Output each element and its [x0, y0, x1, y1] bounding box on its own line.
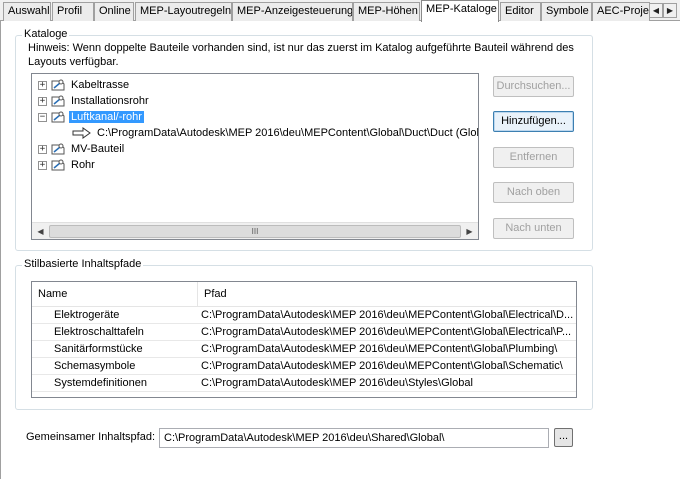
tab-auswahl[interactable]: Auswahl: [3, 2, 51, 21]
row-name: Schemasymbole: [54, 360, 136, 372]
row-path: C:\ProgramData\Autodesk\MEP 2016\deu\Sty…: [201, 377, 473, 389]
column-header-name[interactable]: Name: [32, 282, 198, 307]
column-header-pfad[interactable]: Pfad: [198, 282, 576, 307]
shared-content-path-label: Gemeinsamer Inhaltspfad:: [26, 431, 156, 443]
row-path: C:\ProgramData\Autodesk\MEP 2016\deu\MEP…: [201, 343, 558, 355]
row-name: Elektroschalttafeln: [54, 326, 144, 338]
move-up-button[interactable]: Nach oben: [493, 182, 574, 203]
shared-content-browse-button[interactable]: ...: [554, 428, 573, 447]
style-paths-list[interactable]: Name Pfad Elektrogeräte C:\ProgramData\A…: [31, 281, 577, 398]
tab-scroll-right-button[interactable]: ▶: [663, 3, 677, 18]
tree-item-installationsrohr[interactable]: + Installationsrohr: [38, 93, 151, 109]
collapse-icon[interactable]: −: [38, 112, 47, 122]
tab-mep-anzeigesteuerung[interactable]: MEP-Anzeigesteuerung: [232, 2, 353, 21]
row-name: Elektrogeräte: [54, 309, 120, 321]
row-path: C:\ProgramData\Autodesk\MEP 2016\deu\MEP…: [201, 360, 563, 372]
tree-item-label: Kabeltrasse: [71, 79, 130, 91]
arrow-right-icon: [72, 127, 91, 139]
catalog-icon: [51, 79, 65, 91]
tab-mep-kataloge[interactable]: MEP-Kataloge: [421, 0, 499, 22]
catalog-icon: [51, 95, 65, 107]
row-name: Sanitärformstücke: [54, 343, 143, 355]
tree-item-label: Luftkanal/-rohr: [69, 111, 144, 123]
tree-item-label: MV-Bauteil: [71, 143, 125, 155]
tab-mep-hoehen[interactable]: MEP-Höhen: [353, 2, 420, 21]
tab-profil[interactable]: Profil: [52, 2, 94, 21]
expand-icon[interactable]: +: [38, 144, 47, 154]
catalog-tree[interactable]: + Kabeltrasse + Installationsrohr − Luft…: [31, 73, 479, 240]
tree-horizontal-scrollbar[interactable]: ◀ III ▶: [32, 222, 478, 239]
shared-content-path-input[interactable]: C:\ProgramData\Autodesk\MEP 2016\deu\Sha…: [159, 428, 549, 448]
options-tab-strip: Auswahl Profil Online MEP-Layoutregeln M…: [0, 0, 680, 22]
catalog-icon: [51, 111, 65, 123]
row-name: Systemdefinitionen: [54, 377, 147, 389]
table-row[interactable]: Elektroschalttafeln C:\ProgramData\Autod…: [32, 324, 576, 341]
table-row[interactable]: Elektrogeräte C:\ProgramData\Autodesk\ME…: [32, 307, 576, 324]
style-paths-group-title: Stilbasierte Inhaltspfade: [22, 258, 144, 270]
add-catalog-button[interactable]: Hinzufügen...: [493, 111, 574, 132]
tree-item-luftkanal[interactable]: − Luftkanal/-rohr: [38, 109, 144, 125]
tab-symbole[interactable]: Symbole: [541, 2, 592, 21]
tab-online[interactable]: Online: [94, 2, 134, 21]
list-header: Name Pfad: [32, 282, 576, 307]
tree-item-kabeltrasse[interactable]: + Kabeltrasse: [38, 77, 131, 93]
tab-editor[interactable]: Editor: [500, 2, 541, 21]
tree-item-duct-catalog-path[interactable]: C:\ProgramData\Autodesk\MEP 2016\deu\MEP…: [72, 125, 479, 141]
tree-item-label: C:\ProgramData\Autodesk\MEP 2016\deu\MEP…: [97, 127, 479, 139]
scrollbar-thumb[interactable]: III: [49, 225, 461, 238]
tab-scroll-left-button[interactable]: ◀: [649, 3, 663, 18]
table-row[interactable]: Schemasymbole C:\ProgramData\Autodesk\ME…: [32, 358, 576, 375]
tree-item-mv-bauteil[interactable]: + MV-Bauteil: [38, 141, 126, 157]
table-row[interactable]: Sanitärformstücke C:\ProgramData\Autodes…: [32, 341, 576, 358]
scroll-left-icon[interactable]: ◀: [32, 223, 49, 239]
duplicate-parts-hint: Hinweis: Wenn doppelte Bauteile vorhande…: [28, 42, 574, 68]
remove-catalog-button[interactable]: Entfernen: [493, 147, 574, 168]
row-path: C:\ProgramData\Autodesk\MEP 2016\deu\MEP…: [201, 309, 574, 321]
row-path: C:\ProgramData\Autodesk\MEP 2016\deu\MEP…: [201, 326, 572, 338]
tree-item-rohr[interactable]: + Rohr: [38, 157, 97, 173]
move-down-button[interactable]: Nach unten: [493, 218, 574, 239]
catalog-icon: [51, 159, 65, 171]
expand-icon[interactable]: +: [38, 80, 47, 90]
scroll-right-icon[interactable]: ▶: [461, 223, 478, 239]
expand-icon[interactable]: +: [38, 96, 47, 106]
tab-aec-projekt[interactable]: AEC-Projekt: [592, 2, 650, 21]
tab-mep-layoutregeln[interactable]: MEP-Layoutregeln: [135, 2, 232, 21]
catalog-icon: [51, 143, 65, 155]
tree-item-label: Installationsrohr: [71, 95, 149, 107]
table-row[interactable]: Systemdefinitionen C:\ProgramData\Autode…: [32, 375, 576, 392]
expand-icon[interactable]: +: [38, 160, 47, 170]
tree-item-label: Rohr: [71, 159, 95, 171]
browse-catalog-button[interactable]: Durchsuchen...: [493, 76, 574, 97]
catalogs-group-title: Kataloge: [22, 28, 70, 40]
